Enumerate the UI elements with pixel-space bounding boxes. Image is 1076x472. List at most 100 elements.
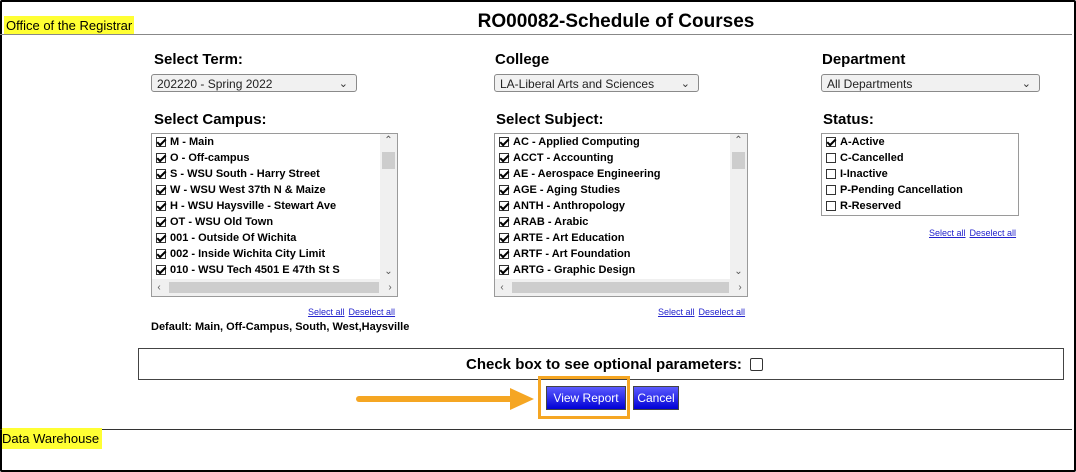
- list-item[interactable]: R-Reserved: [822, 198, 1018, 214]
- checked-checkbox[interactable]: [156, 233, 166, 243]
- department-label: Department: [822, 51, 906, 68]
- checked-checkbox[interactable]: [499, 249, 509, 259]
- college-select-value: LA-Liberal Arts and Sciences: [500, 77, 655, 91]
- status-label: Status:: [823, 111, 874, 128]
- term-label: Select Term:: [154, 51, 243, 68]
- list-item-label: 002 - Inside Wichita City Limit: [170, 248, 326, 260]
- list-item[interactable]: S - WSU South - Harry Street: [152, 166, 397, 182]
- list-item-label: 001 - Outside Of Wichita: [170, 232, 297, 244]
- list-item[interactable]: OT - WSU Old Town: [152, 214, 397, 230]
- scroll-left-icon[interactable]: ‹: [152, 279, 166, 296]
- list-item[interactable]: H - WSU Haysville - Stewart Ave: [152, 198, 397, 214]
- list-item-label: 010 - WSU Tech 4501 E 47th St S: [170, 264, 340, 276]
- checked-checkbox[interactable]: [499, 265, 509, 275]
- checked-checkbox[interactable]: [156, 137, 166, 147]
- list-item[interactable]: O - Off-campus: [152, 150, 397, 166]
- department-select-value: All Departments: [827, 77, 913, 91]
- subject-vertical-scrollbar[interactable]: ⌃ ⌄: [730, 134, 747, 281]
- subject-deselect-all-link[interactable]: Deselect all: [699, 307, 746, 317]
- scroll-thumb[interactable]: [382, 152, 395, 169]
- campus-listbox[interactable]: M - Main O - Off-campus S - WSU South - Ha…: [151, 133, 398, 297]
- campus-list: M - Main O - Off-campus S - WSU South - Ha…: [152, 134, 397, 278]
- status-select-all-link[interactable]: Select all: [929, 228, 966, 238]
- list-item-label: ARAB - Arabic: [513, 216, 589, 228]
- subject-select-links: Select all Deselect all: [654, 307, 745, 317]
- scroll-right-icon[interactable]: ›: [733, 279, 747, 296]
- checked-checkbox[interactable]: [826, 137, 836, 147]
- checkbox[interactable]: [826, 185, 836, 195]
- list-item[interactable]: P-Pending Cancellation: [822, 182, 1018, 198]
- status-listbox[interactable]: A-Active C-Cancelled I-Inactive P-Pending C…: [821, 133, 1019, 216]
- checkbox[interactable]: [826, 153, 836, 163]
- list-item[interactable]: 001 - Outside Of Wichita: [152, 230, 397, 246]
- checked-checkbox[interactable]: [499, 233, 509, 243]
- subject-listbox[interactable]: AC - Applied Computing ACCT - Accounting A…: [494, 133, 748, 297]
- checked-checkbox[interactable]: [156, 265, 166, 275]
- list-item[interactable]: ARAB - Arabic: [495, 214, 747, 230]
- callout-arrow-icon: [510, 388, 534, 410]
- campus-label: Select Campus:: [154, 111, 267, 128]
- list-item[interactable]: I-Inactive: [822, 166, 1018, 182]
- checkbox[interactable]: [826, 201, 836, 211]
- list-item[interactable]: C-Cancelled: [822, 150, 1018, 166]
- scroll-right-icon[interactable]: ›: [383, 279, 397, 296]
- list-item[interactable]: A-Active: [822, 134, 1018, 150]
- scroll-left-icon[interactable]: ‹: [495, 279, 509, 296]
- checked-checkbox[interactable]: [156, 185, 166, 195]
- scroll-down-icon[interactable]: ⌄: [730, 265, 747, 279]
- subject-horizontal-scrollbar[interactable]: ‹ ›: [495, 279, 747, 296]
- checked-checkbox[interactable]: [156, 217, 166, 227]
- campus-select-all-link[interactable]: Select all: [308, 307, 345, 317]
- subject-select-all-link[interactable]: Select all: [658, 307, 695, 317]
- scroll-thumb[interactable]: [169, 282, 379, 293]
- checkbox[interactable]: [826, 169, 836, 179]
- list-item[interactable]: M - Main: [152, 134, 397, 150]
- checked-checkbox[interactable]: [499, 169, 509, 179]
- callout-arrow-shaft: [356, 396, 516, 402]
- term-select-value: 202220 - Spring 2022: [157, 77, 273, 91]
- list-item-label: ANTH - Anthropology: [513, 200, 626, 212]
- scroll-down-icon[interactable]: ⌄: [380, 265, 397, 279]
- list-item[interactable]: AGE - Aging Studies: [495, 182, 747, 198]
- list-item[interactable]: W - WSU West 37th N & Maize: [152, 182, 397, 198]
- list-item-label: ARTF - Art Foundation: [513, 248, 631, 260]
- scroll-thumb[interactable]: [732, 152, 745, 169]
- list-item[interactable]: ACCT - Accounting: [495, 150, 747, 166]
- checked-checkbox[interactable]: [156, 249, 166, 259]
- list-item-label: ARTG - Graphic Design: [513, 264, 636, 276]
- list-item[interactable]: ARTF - Art Foundation: [495, 246, 747, 262]
- college-select[interactable]: LA-Liberal Arts and Sciences ⌄: [494, 74, 699, 92]
- list-item[interactable]: 002 - Inside Wichita City Limit: [152, 246, 397, 262]
- checked-checkbox[interactable]: [156, 201, 166, 211]
- list-item[interactable]: ARTE - Art Education: [495, 230, 747, 246]
- term-select[interactable]: 202220 - Spring 2022 ⌄: [151, 74, 357, 92]
- checked-checkbox[interactable]: [499, 153, 509, 163]
- optional-parameters-checkbox[interactable]: [750, 358, 763, 371]
- list-item[interactable]: 010 - WSU Tech 4501 E 47th St S: [152, 262, 397, 278]
- checked-checkbox[interactable]: [499, 185, 509, 195]
- view-report-button[interactable]: View Report: [546, 386, 626, 410]
- campus-vertical-scrollbar[interactable]: ⌃ ⌄: [380, 134, 397, 281]
- scroll-thumb[interactable]: [512, 282, 729, 293]
- list-item[interactable]: ANTH - Anthropology: [495, 198, 747, 214]
- list-item-label: S - WSU South - Harry Street: [170, 168, 320, 180]
- department-select[interactable]: All Departments ⌄: [821, 74, 1040, 92]
- campus-horizontal-scrollbar[interactable]: ‹ ›: [152, 279, 397, 296]
- status-deselect-all-link[interactable]: Deselect all: [970, 228, 1017, 238]
- list-item[interactable]: AC - Applied Computing: [495, 134, 747, 150]
- scroll-up-icon[interactable]: ⌃: [730, 134, 747, 148]
- list-item[interactable]: ARTG - Graphic Design: [495, 262, 747, 278]
- list-item-label: M - Main: [170, 136, 214, 148]
- checked-checkbox[interactable]: [156, 153, 166, 163]
- subject-label: Select Subject:: [496, 111, 604, 128]
- header-divider: [0, 34, 1072, 35]
- checked-checkbox[interactable]: [499, 217, 509, 227]
- list-item[interactable]: AE - Aerospace Engineering: [495, 166, 747, 182]
- checked-checkbox[interactable]: [499, 137, 509, 147]
- data-warehouse-label: Data Warehouse: [2, 428, 103, 449]
- scroll-up-icon[interactable]: ⌃: [380, 134, 397, 148]
- checked-checkbox[interactable]: [499, 201, 509, 211]
- cancel-button[interactable]: Cancel: [633, 386, 679, 410]
- campus-deselect-all-link[interactable]: Deselect all: [349, 307, 396, 317]
- checked-checkbox[interactable]: [156, 169, 166, 179]
